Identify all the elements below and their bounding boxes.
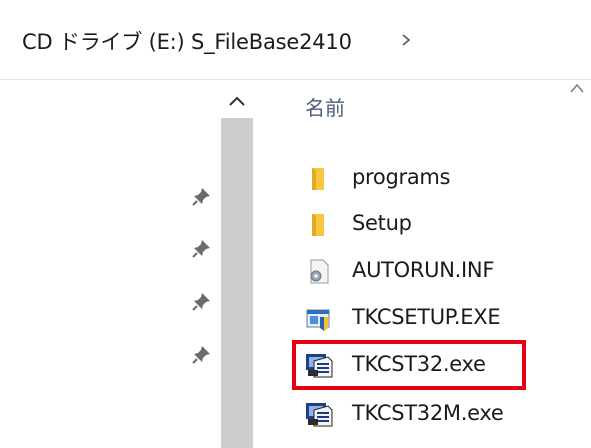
file-row-tkcsetup[interactable]: TKCSETUP.EXE: [304, 299, 584, 337]
installer-exe-icon: [306, 309, 330, 331]
scrollbar-thumb[interactable]: [221, 118, 253, 448]
folder-icon: [312, 168, 324, 190]
file-name: AUTORUN.INF: [352, 258, 495, 282]
address-bar[interactable]: CD ドライブ (E:) S_FileBase2410: [0, 0, 591, 80]
file-name: programs: [352, 165, 451, 189]
pin-icon[interactable]: [191, 343, 213, 365]
file-row-autorun[interactable]: AUTORUN.INF: [304, 252, 584, 290]
chevron-up-icon[interactable]: [217, 86, 257, 116]
pin-icon[interactable]: [191, 185, 213, 207]
file-row-tkcst32m[interactable]: TKCST32M.exe: [304, 395, 584, 433]
program-exe-icon: [306, 403, 333, 427]
file-row-programs[interactable]: programs: [304, 159, 584, 197]
file-explorer-window: CD ドライブ (E:) S_FileBase2410 名前 programs: [0, 0, 591, 448]
pin-icon[interactable]: [191, 237, 213, 259]
name-column-header[interactable]: 名前: [305, 92, 345, 121]
sort-ascending-caret-icon: [570, 83, 584, 93]
breadcrumb-path[interactable]: CD ドライブ (E:) S_FileBase2410: [22, 26, 352, 56]
folder-icon: [312, 214, 324, 236]
file-name: TKCST32M.exe: [352, 401, 504, 425]
pin-icon[interactable]: [191, 290, 213, 312]
file-row-tkcst32[interactable]: TKCST32.exe: [304, 346, 584, 384]
navigation-pane-scrollbar[interactable]: [217, 80, 257, 448]
file-row-setup[interactable]: Setup: [304, 205, 584, 243]
file-name: TKCST32.exe: [352, 352, 486, 376]
program-exe-icon: [306, 354, 333, 378]
chevron-right-icon[interactable]: [399, 31, 413, 49]
file-name: TKCSETUP.EXE: [352, 305, 501, 329]
file-name: Setup: [352, 211, 412, 235]
settings-file-icon: [310, 259, 329, 284]
